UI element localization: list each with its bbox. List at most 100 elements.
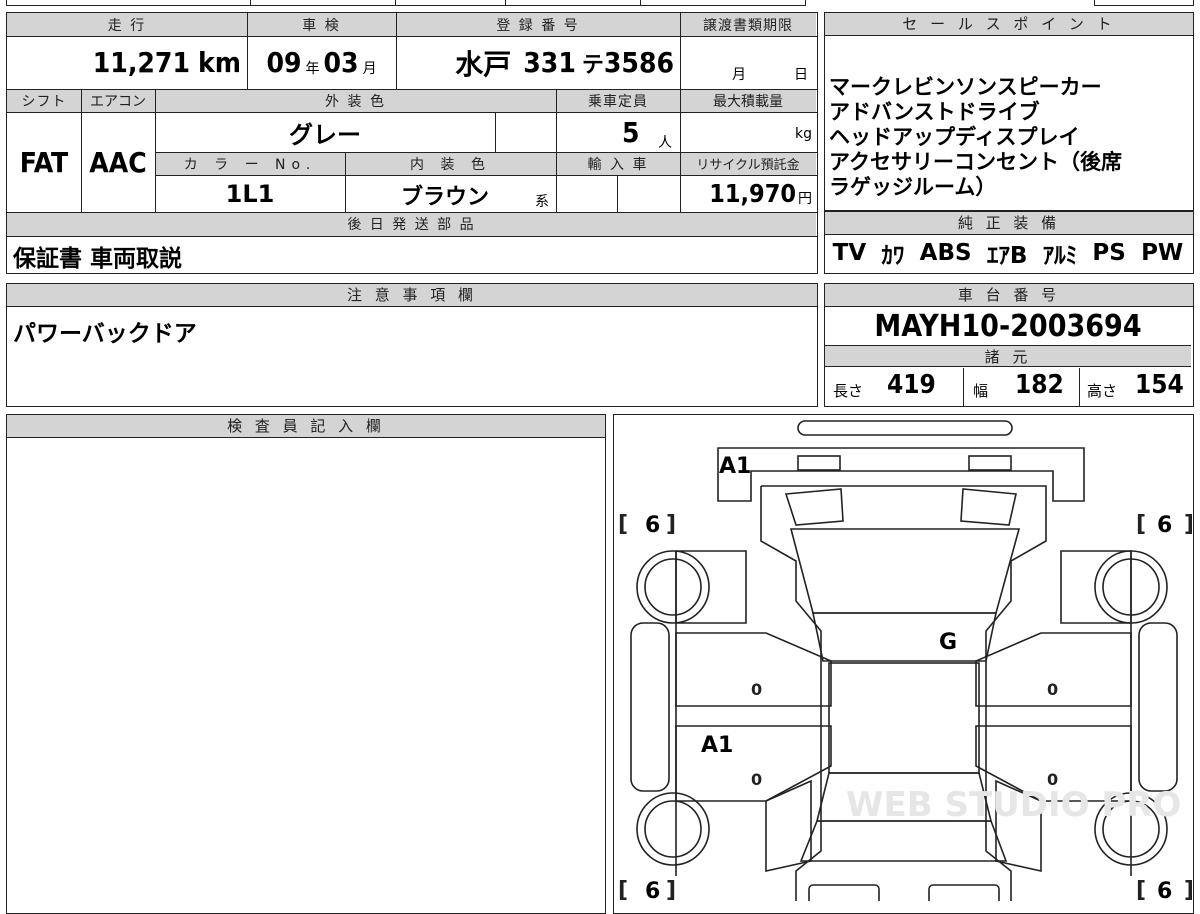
color-no-value: 1L1 [225,179,275,208]
equipment-item: ｶﾜ [881,243,905,269]
width-value: 182 [1015,370,1064,400]
sales-point-item: アクセサリーコンセント（後席 [829,150,1122,174]
exterior-color-header: 外 装 色 [325,93,386,110]
mileage-header: 走 行 [107,17,147,34]
standard-equipment-list: TV ｶﾜ ABS ｴｱB ｱﾙﾐ PS PW [825,235,1191,271]
specs-header: 諸 元 [825,345,1191,367]
recycle-value: 11,970 [709,179,796,208]
notes-value: パワーバックドア [13,321,197,347]
width-label: 幅 [973,382,989,400]
svg-text:[: [ [618,878,628,901]
inspection-year: 09 [266,46,302,79]
inspector-header: 検 査 員 記 入 欄 [7,415,605,438]
specs-row: 長さ 419 幅 182 高さ 154 [825,368,1191,406]
transfer-day-unit: 日 [794,67,808,83]
length-label: 長さ [833,382,864,400]
door-mark-fr: 0 [1047,680,1058,699]
equipment-item: PS [1092,240,1126,266]
top-strip [0,0,1200,10]
registration-kana: テ [581,52,604,78]
shift-header: シフト [21,93,67,110]
color-no-header: カ ラ ー No. [183,156,317,173]
tire-front-right: 6 [1157,513,1172,538]
import-header: 輸 入 車 [587,156,649,173]
svg-text:]: ] [1184,878,1192,901]
length-value: 419 [887,370,936,400]
later-parts-value: 保証書 車両取説 [13,246,183,272]
registration-number: 3586 [603,46,674,79]
sales-points-box: セ ー ル ス ポ イ ン ト マークレビンソンスピーカー アドバンストドライブ… [824,12,1194,211]
mileage-value: 11,271 [92,46,190,79]
door-mark-fl: 0 [751,680,762,699]
equipment-item: ｱﾙﾐ [1042,243,1078,269]
capacity-value: 5 [622,116,640,149]
transfer-deadline-header: 譲渡書類期限 [703,17,793,34]
svg-text:[: [ [1136,512,1146,537]
recycle-cell: 11,970 円 [680,175,816,212]
sales-points-header: セ ー ル ス ポ イ ン ト [825,13,1193,36]
exterior-color-value: グレー [289,120,361,149]
mark-front-bumper: A1 [719,454,751,479]
watermark: WEB STUDIO PRO [846,785,1181,825]
equipment-item: ｴｱB [986,243,1028,269]
svg-text:[: [ [1136,878,1146,901]
notes-header: 注 意 事 項 欄 [7,284,817,307]
transfer-month-unit: 月 [732,67,746,83]
inspection-month: 03 [323,46,359,79]
tire-front-left: 6 [645,513,660,538]
inspection-header: 車 検 [302,17,341,34]
chassis-header: 車 台 番 号 [825,284,1193,307]
registration-region: 水戸 [455,47,512,81]
svg-text:[: [ [618,512,628,537]
inspection-month-unit: 月 [362,60,377,77]
mark-left-door: A1 [701,733,733,758]
damage-diagram-box: [ ] [ ] [ ] [ ] 6 6 6 6 A1 G A1 0 0 0 0 … [613,414,1194,914]
vehicle-info-table: 走 行 車 検 登 録 番 号 譲渡書類期限 11,271 km 09 年 03… [6,12,818,274]
shift-value: FAT [19,145,69,179]
tire-rear-right: 6 [1157,879,1172,901]
registration-value-cell: 水戸 331 テ 3586 [396,36,680,89]
aircon-header: エアコン [90,93,146,110]
max-load-header: 最大積載量 [713,93,783,110]
interior-color-cell: ブラウン 系 [345,175,556,212]
sales-point-item: ラゲッジルーム） [829,175,997,199]
standard-equipment-header: 純 正 装 備 [825,211,1193,235]
notes-box: 注 意 事 項 欄 パワーバックドア [6,283,818,407]
registration-header: 登 録 番 号 [496,17,580,34]
capacity-cell: 5 人 [556,112,680,152]
equipment-item: PW [1141,240,1184,266]
capacity-unit: 人 [658,135,672,151]
inspection-year-unit: 年 [305,60,320,77]
transfer-deadline-cell: 月 日 [680,36,816,89]
svg-text:]: ] [666,512,676,537]
mileage-value-cell: 11,271 km [7,36,247,89]
recycle-unit: 円 [798,190,812,207]
mark-roof: G [939,630,957,655]
interior-color-value: ブラウン [401,185,490,210]
svg-text:]: ] [666,878,676,901]
sales-point-item: ヘッドアップディスプレイ [829,125,1080,149]
aircon-value: AAC [89,145,147,179]
chassis-value: MAYH10-2003694 [874,308,1142,344]
height-value: 154 [1135,370,1184,400]
max-load-unit: kg [795,126,812,142]
sales-points-list: マークレビンソンスピーカー アドバンストドライブ ヘッドアップディスプレイ アク… [829,75,1122,200]
sales-point-item: マークレビンソンスピーカー [829,75,1102,99]
sales-point-item: アドバンストドライブ [829,100,1040,124]
standard-equipment-box: 純 正 装 備 TV ｶﾜ ABS ｴｱB ｱﾙﾐ PS PW [824,211,1194,274]
inspector-box: 検 査 員 記 入 欄 [6,414,606,914]
max-load-cell: kg [680,112,816,152]
chassis-box: 車 台 番 号 MAYH10-2003694 諸 元 長さ 419 幅 182 … [824,283,1194,407]
mileage-unit: km [198,46,241,79]
later-parts-header: 後 日 発 送 部 品 [347,217,476,233]
height-label: 高さ [1087,382,1118,400]
registration-class: 331 [523,46,576,79]
door-mark-rl: 0 [751,770,762,789]
equipment-item: TV [832,240,867,266]
equipment-item: ABS [919,240,972,266]
car-diagram: [ ] [ ] [ ] [ ] 6 6 6 6 A1 G A1 0 0 0 0 … [618,420,1192,901]
recycle-header: リサイクル預託金 [696,158,800,173]
svg-text:]: ] [1184,512,1192,537]
capacity-header: 乗車定員 [588,93,648,110]
interior-color-suffix: 系 [535,194,549,210]
